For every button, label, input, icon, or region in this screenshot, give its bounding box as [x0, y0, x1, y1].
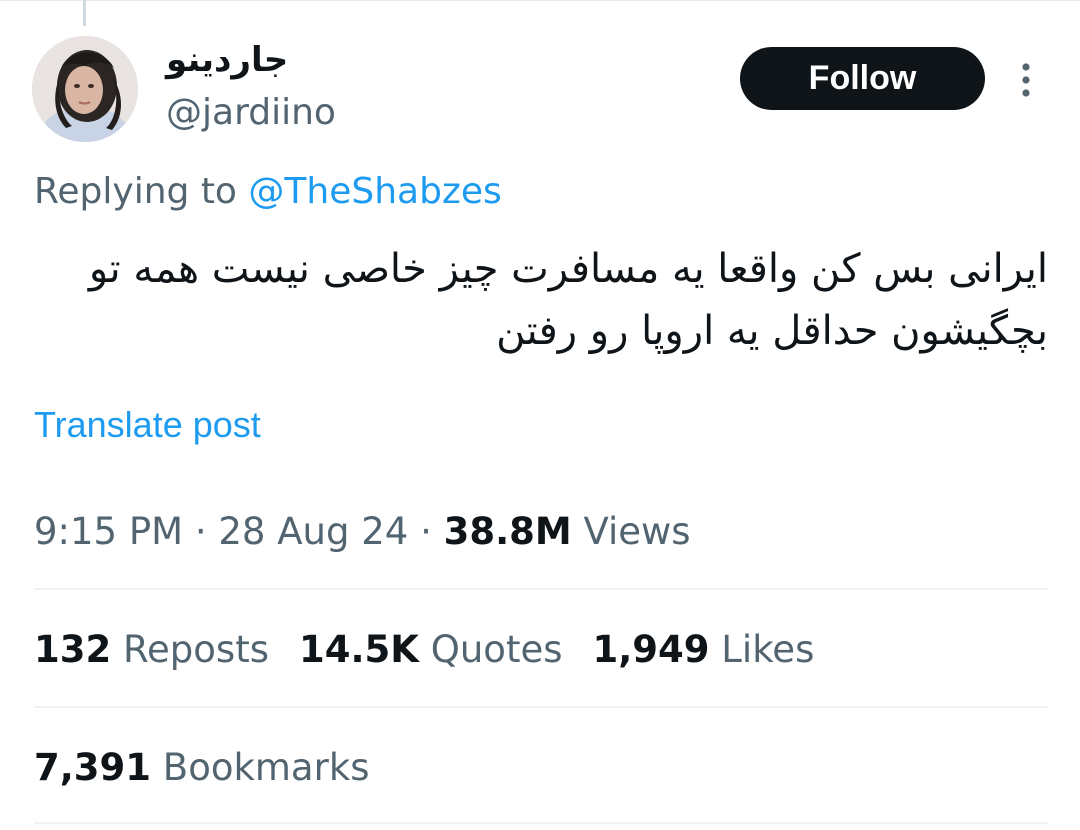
avatar-image: [32, 36, 138, 142]
views-count: 38.8M: [443, 510, 572, 553]
reposts-stat[interactable]: 132 Reposts: [34, 626, 269, 674]
quotes-count: 14.5K: [299, 628, 419, 671]
bookmarks-count: 7,391: [34, 746, 152, 789]
tweet-meta: 9:15 PM · 28 Aug 24 · 38.8M Views: [34, 508, 691, 556]
translate-post-link[interactable]: Translate post: [34, 402, 261, 448]
quotes-stat[interactable]: 14.5K Quotes: [299, 626, 563, 674]
engagement-stats: 132 Reposts 14.5K Quotes 1,949 Likes: [34, 626, 844, 674]
thread-connector-line: [83, 0, 86, 26]
reposts-count: 132: [34, 628, 112, 671]
reposts-label: Reposts: [111, 628, 269, 671]
tweet-time[interactable]: 9:15 PM: [34, 510, 183, 553]
top-divider: [0, 0, 1080, 1]
tweet-text: ایرانی بس کن واقعا یه مسافرت چیز خاصی نی…: [30, 238, 1048, 362]
likes-count: 1,949: [592, 628, 710, 671]
replying-to-label: Replying to: [34, 171, 249, 212]
meta-separator: ·: [408, 510, 444, 553]
tweet-text-line-1: ایرانی بس کن واقعا یه مسافرت چیز خاصی نی…: [88, 246, 1048, 292]
likes-stat[interactable]: 1,949 Likes: [593, 626, 815, 674]
meta-separator: ·: [183, 510, 219, 553]
bookmarks-stat[interactable]: 7,391 Bookmarks: [34, 744, 370, 792]
tweet-text-line-2: بچگیشون حداقل یه اروپا رو رفتن: [496, 308, 1048, 354]
quotes-label: Quotes: [418, 628, 563, 671]
views-label: Views: [571, 510, 691, 553]
divider: [34, 822, 1048, 824]
divider: [34, 588, 1048, 590]
divider: [34, 706, 1048, 708]
replying-to: Replying to @TheShabzes: [34, 168, 502, 216]
more-options-button[interactable]: [1012, 60, 1040, 100]
author-display-name[interactable]: جاردینو: [166, 38, 288, 82]
tweet-date[interactable]: 28 Aug 24: [218, 510, 408, 553]
follow-button[interactable]: Follow: [740, 47, 985, 110]
likes-label: Likes: [709, 628, 815, 671]
author-handle[interactable]: @jardiino: [166, 90, 336, 136]
more-vertical-icon: [1022, 63, 1030, 97]
avatar[interactable]: [32, 36, 138, 142]
bookmarks-label: Bookmarks: [151, 746, 370, 789]
reply-mention-link[interactable]: @TheShabzes: [248, 171, 501, 212]
